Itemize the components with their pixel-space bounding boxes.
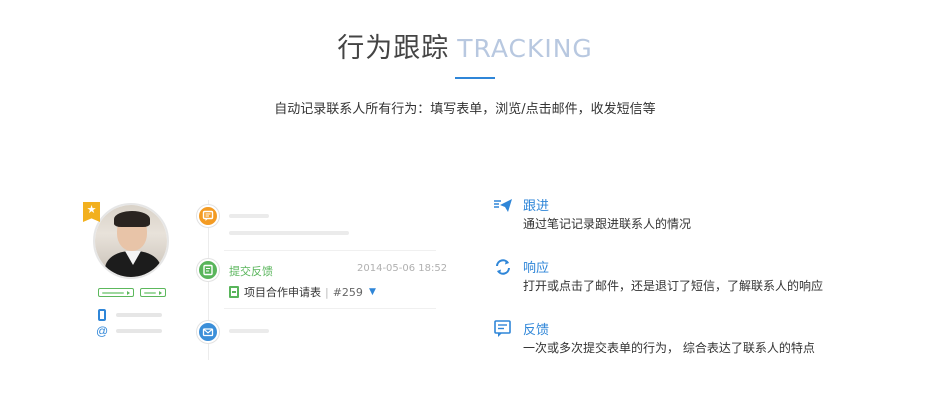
feedback-item[interactable]: 项目合作申请表 | #259 ▼ [229,284,376,300]
timeline-divider [224,308,436,309]
feature-title: 反馈 [523,323,550,338]
document-icon [229,286,239,298]
title-underline [455,77,495,79]
send-icon [494,199,512,212]
phone-placeholder [116,313,162,317]
feedback-label: 提交反馈 [229,265,273,278]
feature-description: 一次或多次提交表单的行为， 综合表达了联系人的特点 [523,341,815,355]
feature-description: 打开或点击了邮件，还是退订了短信，了解联系人的响应 [523,279,824,293]
feedback-form-name: 项目合作申请表 [244,286,321,299]
at-sign-icon: @ [96,324,109,338]
timeline-placeholder [229,231,349,235]
chevron-down-icon[interactable]: ▼ [369,287,376,297]
refresh-icon [496,259,510,275]
tag-arrow-icon [159,290,162,295]
page-subtitle: 自动记录联系人所有行为：填写表单，浏览/点击邮件，收发短信等 [274,102,656,117]
mail-icon [197,321,219,343]
section-header: 行为跟踪 TRACKING [0,26,930,65]
form-icon [197,259,219,281]
timeline-divider [224,250,436,251]
feature-description: 通过笔记记录跟进联系人的情况 [523,217,692,231]
contact-phone-row [96,309,162,321]
tag-arrow-icon [127,290,130,295]
timeline-placeholder [229,214,269,218]
page-title-english: TRACKING [457,34,593,63]
feedback-icon [494,320,511,337]
feature-title: 响应 [523,261,550,276]
contact-tags [98,288,166,297]
timeline-placeholder [229,329,269,333]
tag-placeholder [144,291,156,294]
page-title: 行为跟踪 [337,33,450,64]
feature-title: 跟进 [523,199,550,214]
note-icon [197,205,219,227]
tag-chip[interactable] [140,288,166,297]
avatar [93,203,169,279]
tag-chip[interactable] [98,288,134,297]
tag-placeholder [102,291,124,294]
feedback-separator: | [325,285,329,299]
contact-email-row: @ [96,324,162,338]
star-icon: ★ [83,202,100,222]
feedback-timestamp: 2014-05-06 18:52 [357,263,448,274]
phone-icon [98,309,106,321]
feedback-number: #259 [332,285,363,299]
email-placeholder [116,329,162,333]
avatar-hair [114,211,150,227]
